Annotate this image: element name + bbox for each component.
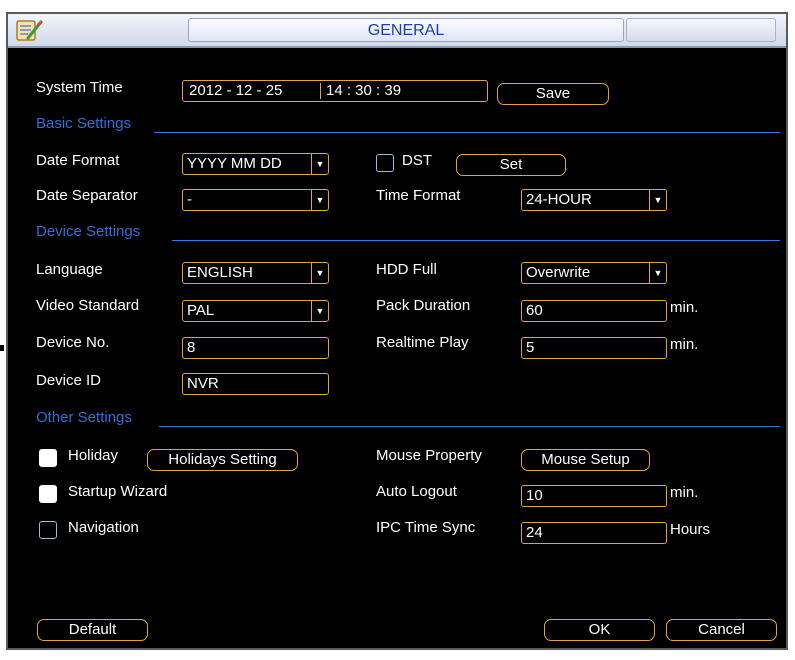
basic-settings-heading: Basic Settings [36, 115, 132, 132]
realtime-play-label: Realtime Play [376, 334, 469, 351]
mouse-setup-button[interactable]: Mouse Setup [521, 449, 650, 471]
realtime-play-unit: min. [670, 336, 699, 353]
date-format-label: Date Format [36, 152, 120, 169]
date-format-select[interactable]: YYYY MM DD ▼ [182, 153, 329, 175]
left-edge-marker [0, 345, 4, 351]
date-format-value: YYYY MM DD [187, 155, 282, 172]
time-format-value: 24-HOUR [526, 191, 592, 208]
date-separator-label: Date Separator [36, 187, 138, 204]
default-button[interactable]: Default [37, 619, 148, 641]
ipc-time-sync-unit: Hours [670, 521, 711, 538]
hdd-full-label: HDD Full [376, 261, 437, 278]
device-settings-heading: Device Settings [36, 223, 141, 240]
chevron-down-icon[interactable]: ▼ [311, 263, 328, 283]
realtime-play-input[interactable]: 5 [521, 337, 667, 359]
title-bar: GENERAL [8, 14, 786, 48]
navigation-label: Navigation [68, 519, 139, 536]
other-settings-divider [159, 426, 780, 427]
date-time-divider [320, 83, 321, 99]
device-id-label: Device ID [36, 372, 102, 389]
device-settings-divider [172, 240, 780, 241]
chevron-down-icon[interactable]: ▼ [311, 154, 328, 174]
holiday-label: Holiday [68, 447, 119, 464]
other-settings-heading: Other Settings [36, 409, 132, 426]
time-format-select[interactable]: 24-HOUR ▼ [521, 189, 667, 211]
dst-label: DST [402, 152, 432, 169]
cancel-button[interactable]: Cancel [666, 619, 777, 641]
ipc-time-sync-label: IPC Time Sync [376, 519, 476, 536]
hdd-full-value: Overwrite [526, 264, 591, 281]
ok-button[interactable]: OK [544, 619, 655, 641]
dst-set-button[interactable]: Set [456, 154, 566, 176]
auto-logout-label: Auto Logout [376, 483, 457, 500]
system-time-label: System Time [36, 79, 123, 96]
navigation-checkbox[interactable] [39, 521, 57, 539]
holiday-checkbox[interactable] [39, 449, 57, 467]
device-id-input[interactable]: NVR [182, 373, 329, 395]
time-format-label: Time Format [376, 187, 461, 204]
video-standard-select[interactable]: PAL ▼ [182, 300, 329, 322]
save-time-button[interactable]: Save [497, 83, 609, 105]
system-time-time[interactable]: 14 : 30 : 39 [326, 81, 401, 101]
startup-wizard-label: Startup Wizard [68, 483, 168, 500]
video-standard-label: Video Standard [36, 297, 140, 314]
chevron-down-icon[interactable]: ▼ [311, 190, 328, 210]
video-standard-value: PAL [187, 302, 215, 319]
language-label: Language [36, 261, 103, 278]
auto-logout-input[interactable]: 10 [521, 485, 667, 507]
system-time-field[interactable]: 2012 - 12 - 25 14 : 30 : 39 [182, 80, 488, 102]
date-separator-select[interactable]: - ▼ [182, 189, 329, 211]
device-no-input[interactable]: 8 [182, 337, 329, 359]
pack-duration-input[interactable]: 60 [521, 300, 667, 322]
mouse-property-label: Mouse Property [376, 447, 482, 464]
notepad-pencil-icon [16, 20, 43, 41]
pack-duration-label: Pack Duration [376, 297, 471, 314]
date-separator-value: - [187, 191, 192, 208]
basic-settings-divider [154, 132, 780, 133]
chevron-down-icon[interactable]: ▼ [311, 301, 328, 321]
startup-wizard-checkbox[interactable] [39, 485, 57, 503]
language-value: ENGLISH [187, 264, 253, 281]
device-no-label: Device No. [36, 334, 110, 351]
general-settings-window: GENERAL System Time 2012 - 12 - 25 14 : … [6, 12, 788, 650]
title-right-panel [626, 18, 776, 42]
chevron-down-icon[interactable]: ▼ [649, 190, 666, 210]
dst-checkbox[interactable] [376, 154, 394, 172]
language-select[interactable]: ENGLISH ▼ [182, 262, 329, 284]
window-title: GENERAL [367, 22, 445, 39]
title-field: GENERAL [188, 18, 624, 42]
system-time-date[interactable]: 2012 - 12 - 25 [189, 81, 282, 101]
hdd-full-select[interactable]: Overwrite ▼ [521, 262, 667, 284]
pack-duration-unit: min. [670, 299, 699, 316]
ipc-time-sync-input[interactable]: 24 [521, 522, 667, 544]
holidays-setting-button[interactable]: Holidays Setting [147, 449, 298, 471]
auto-logout-unit: min. [670, 484, 699, 501]
chevron-down-icon[interactable]: ▼ [649, 263, 666, 283]
